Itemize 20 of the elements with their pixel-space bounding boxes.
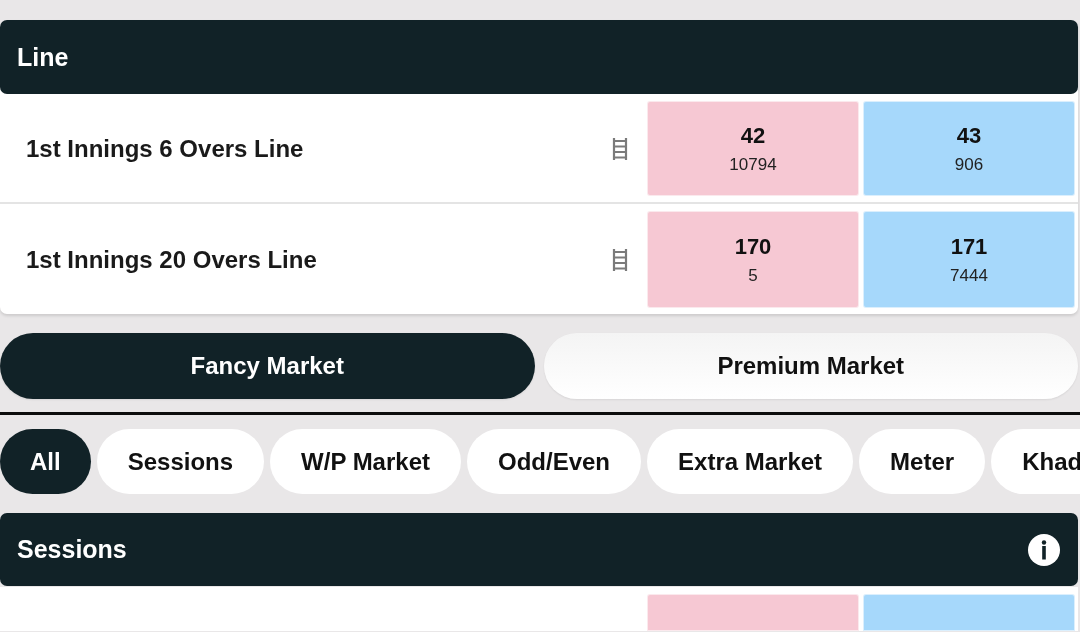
back-price-button[interactable]: 42 10794: [647, 101, 859, 196]
market-tab[interactable]: Premium Market: [543, 333, 1078, 399]
market-name: 1st Innings 6 Overs Line: [26, 134, 305, 163]
market-tab[interactable]: Fancy Market: [0, 333, 535, 399]
back-price-button[interactable]: 170 5: [647, 211, 859, 308]
category-chip[interactable]: All: [0, 429, 91, 494]
category-chip[interactable]: Odd/Even: [467, 429, 642, 494]
info-icon[interactable]: [1028, 533, 1060, 566]
category-chip[interactable]: W/P Market: [270, 429, 461, 494]
lay-price-button[interactable]: 171 7444: [863, 211, 1075, 308]
ladder-icon[interactable]: [611, 136, 629, 161]
section-title: Sessions: [17, 535, 127, 564]
category-chip[interactable]: Khad: [991, 429, 1080, 494]
ladder-icon[interactable]: [611, 247, 629, 272]
market-name: 1st Innings 20 Overs Line: [26, 245, 318, 274]
category-chip[interactable]: Extra Market: [647, 429, 854, 494]
category-chip[interactable]: Meter: [859, 429, 986, 494]
section-title: Line: [17, 42, 69, 72]
category-chip[interactable]: Sessions: [96, 429, 265, 494]
lay-price-button[interactable]: 43 906: [863, 101, 1075, 196]
